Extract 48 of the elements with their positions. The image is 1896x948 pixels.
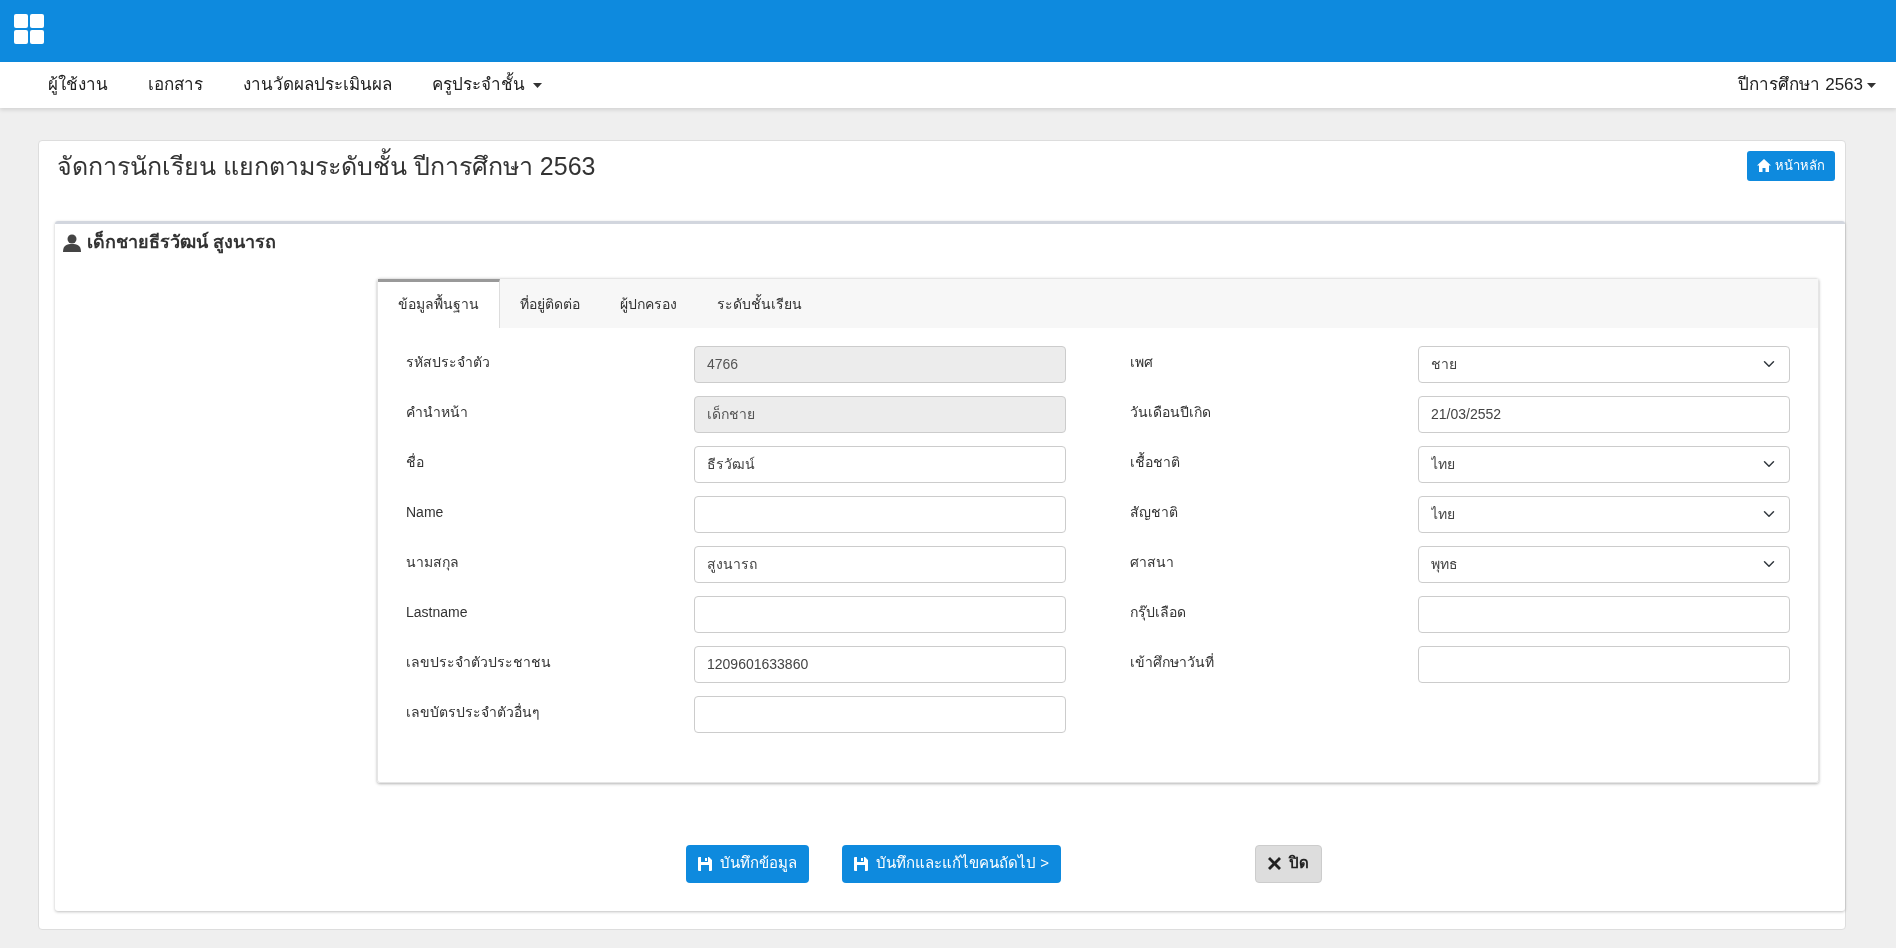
field-label: คำนำหน้า bbox=[406, 402, 469, 422]
field-label: Name bbox=[406, 502, 445, 522]
field-label: เลขประจำตัวประชาชน bbox=[406, 652, 552, 672]
field-label: ศาสนา bbox=[1130, 552, 1175, 572]
tab[interactable]: ข้อมูลพื้นฐาน bbox=[378, 278, 500, 328]
select-field[interactable]: ชาย bbox=[1418, 345, 1790, 383]
caret-icon bbox=[1867, 82, 1876, 88]
field-label: สัญชาติ bbox=[1130, 502, 1179, 522]
input-field[interactable]: ธีรวัฒน์ bbox=[694, 445, 1066, 483]
field-label: เชื้อชาติ bbox=[1130, 451, 1181, 472]
close-icon bbox=[1267, 857, 1281, 871]
field-label: เพศ bbox=[1130, 352, 1154, 372]
field-label: วันเดือนปีเกิด bbox=[1130, 402, 1212, 422]
input-field[interactable] bbox=[694, 695, 1066, 733]
caret-icon bbox=[533, 82, 542, 88]
tab[interactable]: ผู้ปกครอง bbox=[600, 278, 697, 328]
field-label: Lastname bbox=[406, 602, 469, 622]
field-label: กรุ๊ปเลือด bbox=[1130, 602, 1187, 623]
close-button[interactable]: ปิด bbox=[1254, 844, 1322, 883]
input-field[interactable] bbox=[1418, 645, 1790, 683]
input-field[interactable] bbox=[694, 495, 1066, 533]
field-label: เลขบัตรประจำตัวอื่นๆ bbox=[406, 702, 541, 722]
input-field[interactable]: 4766 bbox=[694, 345, 1066, 383]
save-button[interactable]: บันทึกและแก้ไขคนถัดไป > bbox=[842, 844, 1061, 883]
field-label: นามสกุล bbox=[406, 552, 460, 573]
field-label: เข้าศึกษาวันที่ bbox=[1130, 652, 1215, 672]
tab[interactable]: ระดับชั้นเรียน bbox=[697, 278, 822, 328]
input-field[interactable] bbox=[694, 595, 1066, 633]
menu-link[interactable]: ครูประจำชั้น bbox=[412, 72, 562, 98]
grid-icon[interactable] bbox=[14, 14, 44, 44]
input-field[interactable] bbox=[1418, 595, 1790, 633]
input-field[interactable]: 21/03/2552 bbox=[1418, 395, 1790, 433]
user-icon bbox=[63, 233, 81, 252]
save-button[interactable]: บันทึกข้อมูล bbox=[686, 844, 809, 883]
field-label: รหัสประจำตัว bbox=[406, 352, 491, 372]
home-icon bbox=[1757, 159, 1771, 173]
menu-link[interactable]: งานวัดผลประเมินผล bbox=[223, 72, 412, 98]
input-field[interactable]: เด็กชาย bbox=[694, 395, 1066, 433]
student-name: เด็กชายธีรวัฒน์ สูงนารถ bbox=[86, 232, 276, 254]
year-menu[interactable]: ปีการศึกษา 2563 bbox=[1718, 72, 1876, 98]
input-field[interactable]: สูงนารถ bbox=[694, 545, 1066, 583]
menu-link[interactable]: เอกสาร bbox=[128, 72, 223, 98]
tab[interactable]: ที่อยู่ติดต่อ bbox=[500, 278, 600, 328]
menu-link[interactable]: ผู้ใช้งาน bbox=[28, 72, 128, 98]
field-label: ชื่อ bbox=[406, 452, 425, 472]
home-button[interactable]: หน้าหลัก bbox=[1747, 151, 1835, 181]
input-field[interactable]: 1209601633860 bbox=[694, 645, 1066, 683]
select-field[interactable]: พุทธ bbox=[1418, 545, 1790, 583]
